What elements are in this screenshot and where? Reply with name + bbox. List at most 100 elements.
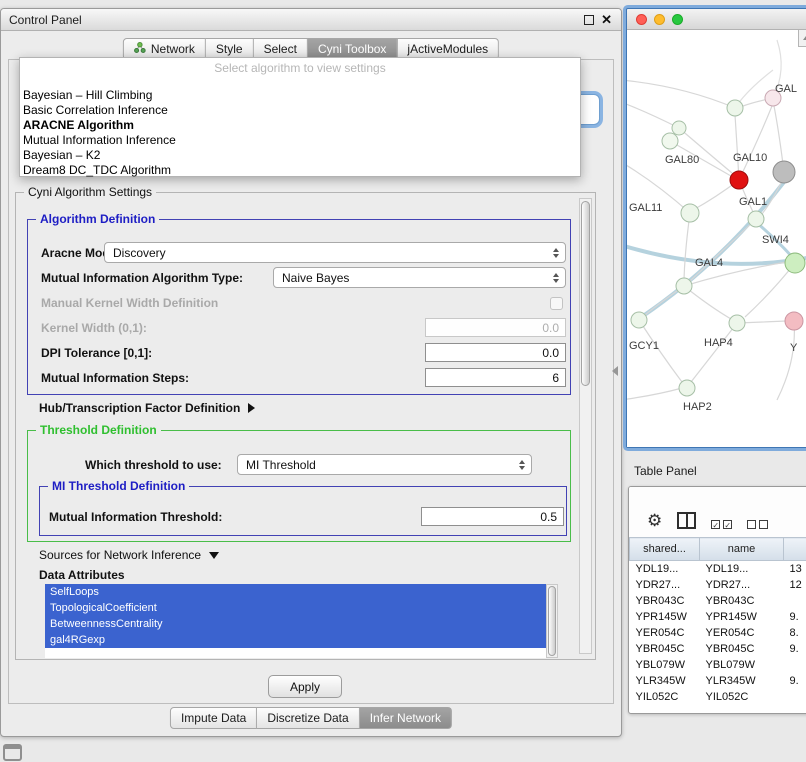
control-panel-titlebar[interactable]: Control Panel ✕ — [1, 9, 621, 31]
mi-steps-value: 6 — [552, 371, 559, 385]
close-window-button[interactable]: ✕ — [601, 13, 612, 26]
mi-steps-label: Mutual Information Steps: — [41, 371, 189, 385]
deselect-all-rows-icon[interactable] — [747, 520, 768, 529]
table-cell: YBR043C — [630, 593, 700, 609]
network-edge[interactable] — [684, 286, 731, 319]
algorithm-option-mutual-information-inference[interactable]: Mutual Information Inference — [20, 133, 580, 148]
node-label: GAL1 — [739, 196, 767, 208]
algorithm-option-bayesian-hill-climbing[interactable]: Bayesian – Hill Climbing — [20, 88, 580, 103]
network-edge[interactable] — [627, 80, 735, 108]
which-threshold-select[interactable]: MI Threshold — [237, 454, 532, 475]
table-cell: 12 — [784, 577, 806, 593]
table-row[interactable]: YER054CYER054C8. — [630, 625, 806, 641]
table-row[interactable]: YIL052CYIL052C — [630, 689, 806, 705]
network-edge[interactable] — [691, 323, 737, 382]
network-edge[interactable] — [777, 321, 794, 400]
network-node[interactable] — [729, 315, 745, 331]
minimize-traffic-light[interactable] — [654, 14, 665, 25]
table-row[interactable]: YBL079WYBL079W — [630, 657, 806, 673]
threshold-definition-title: Threshold Definition — [36, 423, 161, 437]
network-edge[interactable] — [739, 106, 772, 180]
network-window-titlebar[interactable] — [627, 9, 806, 30]
tab-infer-network[interactable]: Infer Network — [360, 707, 452, 729]
network-node[interactable] — [681, 204, 699, 222]
algorithm-option-bayesian-k2[interactable]: Bayesian – K2 — [20, 148, 580, 163]
attribute-item-betweennesscentrality[interactable]: BetweennessCentrality — [45, 616, 546, 632]
algorithm-dropdown: Select algorithm to view settings Bayesi… — [19, 57, 581, 177]
network-node[interactable] — [727, 100, 743, 116]
network-edge[interactable] — [690, 219, 756, 281]
node-label: SWI4 — [762, 234, 789, 246]
network-edge[interactable] — [684, 213, 690, 279]
algorithm-option-dream8-dc-tdc-algorithm[interactable]: Dream8 DC_TDC Algorithm — [20, 163, 580, 178]
tab-discretize-data[interactable]: Discretize Data — [257, 707, 359, 729]
network-graph[interactable]: GALGAL80GAL10GAL11GAL1SWI4GAL4GCY1HAP4HA… — [627, 30, 806, 446]
columns-icon[interactable] — [677, 512, 696, 529]
manual-kernel-checkbox[interactable] — [550, 297, 563, 310]
kernel-width-value: 0.0 — [542, 321, 559, 335]
column-header-shared[interactable]: shared... — [630, 538, 700, 561]
network-node[interactable] — [773, 161, 795, 183]
table-row[interactable]: YDL19...YDL19...13 — [630, 561, 806, 578]
network-node[interactable] — [676, 278, 692, 294]
table-row[interactable]: YDR27...YDR27...12 — [630, 577, 806, 593]
network-node[interactable] — [679, 380, 695, 396]
panel-collapse-handle-icon[interactable] — [612, 366, 618, 376]
sources-label: Sources for Network Inference — [39, 548, 201, 562]
table-cell: YDR27... — [630, 577, 700, 593]
which-threshold-value: MI Threshold — [246, 458, 316, 472]
column-header-name[interactable]: name — [700, 538, 784, 561]
attribute-item-gal4rgexp[interactable]: gal4RGexp — [45, 632, 546, 648]
node-table: shared...name YDL19...YDL19...13YDR27...… — [629, 537, 806, 705]
algorithm-option-basic-correlation-inference[interactable]: Basic Correlation Inference — [20, 103, 580, 118]
table-cell: YER054C — [700, 625, 784, 641]
algorithm-dropdown-placeholder: Select algorithm to view settings — [20, 60, 580, 76]
network-node[interactable] — [748, 211, 764, 227]
network-node[interactable] — [631, 312, 647, 328]
node-label: Y — [790, 342, 798, 354]
network-node[interactable] — [662, 133, 678, 149]
network-node[interactable] — [730, 171, 748, 189]
gear-icon[interactable]: ⚙ — [647, 512, 662, 529]
float-window-button[interactable] — [584, 15, 594, 25]
mi-type-select[interactable]: Naive Bayes — [273, 267, 566, 288]
network-edge[interactable] — [735, 115, 739, 180]
scroll-up-button[interactable] — [798, 30, 806, 47]
hub-definition-expander[interactable]: Hub/Transcription Factor Definition — [39, 401, 255, 415]
kernel-width-input[interactable]: 0.0 — [425, 318, 566, 337]
table-row[interactable]: YBR043CYBR043C — [630, 593, 806, 609]
aracne-mode-select[interactable]: Discovery — [104, 242, 566, 263]
attribute-item-selfloops[interactable]: SelfLoops — [45, 584, 546, 600]
settings-scrollbar[interactable] — [579, 198, 592, 654]
table-row[interactable]: YPR145WYPR145W9. — [630, 609, 806, 625]
table-body: YDL19...YDL19...13YDR27...YDR27...12YBR0… — [630, 561, 806, 706]
mi-steps-input[interactable]: 6 — [425, 368, 566, 387]
network-node[interactable] — [672, 121, 686, 135]
network-edge[interactable] — [627, 102, 679, 128]
network-canvas[interactable]: GALGAL80GAL10GAL11GAL1SWI4GAL4GCY1HAP4HA… — [627, 30, 806, 447]
column-header-extra[interactable] — [784, 538, 806, 561]
settings-scrollbar-thumb[interactable] — [581, 201, 590, 386]
network-node[interactable] — [785, 312, 803, 330]
network-edge[interactable] — [745, 263, 795, 317]
table-cell: YER054C — [630, 625, 700, 641]
network-node[interactable] — [785, 253, 805, 273]
attribute-list-scrollbar[interactable] — [546, 584, 558, 658]
dpi-tolerance-input[interactable]: 0.0 — [425, 343, 566, 362]
close-traffic-light[interactable] — [636, 14, 647, 25]
sources-expander[interactable]: Sources for Network Inference — [39, 548, 219, 562]
table-row[interactable]: YLR345WYLR345W9. — [630, 673, 806, 689]
tab-impute-data[interactable]: Impute Data — [170, 707, 257, 729]
table-row[interactable]: YBR045CYBR045C9. — [630, 641, 806, 657]
mi-threshold-input[interactable]: 0.5 — [421, 507, 564, 526]
minimized-panel-icon[interactable] — [3, 744, 22, 761]
zoom-traffic-light[interactable] — [672, 14, 683, 25]
table-header-row: shared...name — [630, 538, 806, 561]
algorithm-option-aracne-algorithm[interactable]: ARACNE Algorithm — [20, 118, 580, 133]
network-edge[interactable] — [627, 388, 682, 400]
attribute-item-topologicalcoefficient[interactable]: TopologicalCoefficient — [45, 600, 546, 616]
apply-button[interactable]: Apply — [268, 675, 342, 698]
select-all-rows-icon[interactable]: ✓✓ — [711, 520, 732, 529]
algorithm-dropdown-list: Bayesian – Hill ClimbingBasic Correlatio… — [20, 88, 580, 178]
attribute-list-scrollbar-thumb[interactable] — [548, 586, 556, 656]
